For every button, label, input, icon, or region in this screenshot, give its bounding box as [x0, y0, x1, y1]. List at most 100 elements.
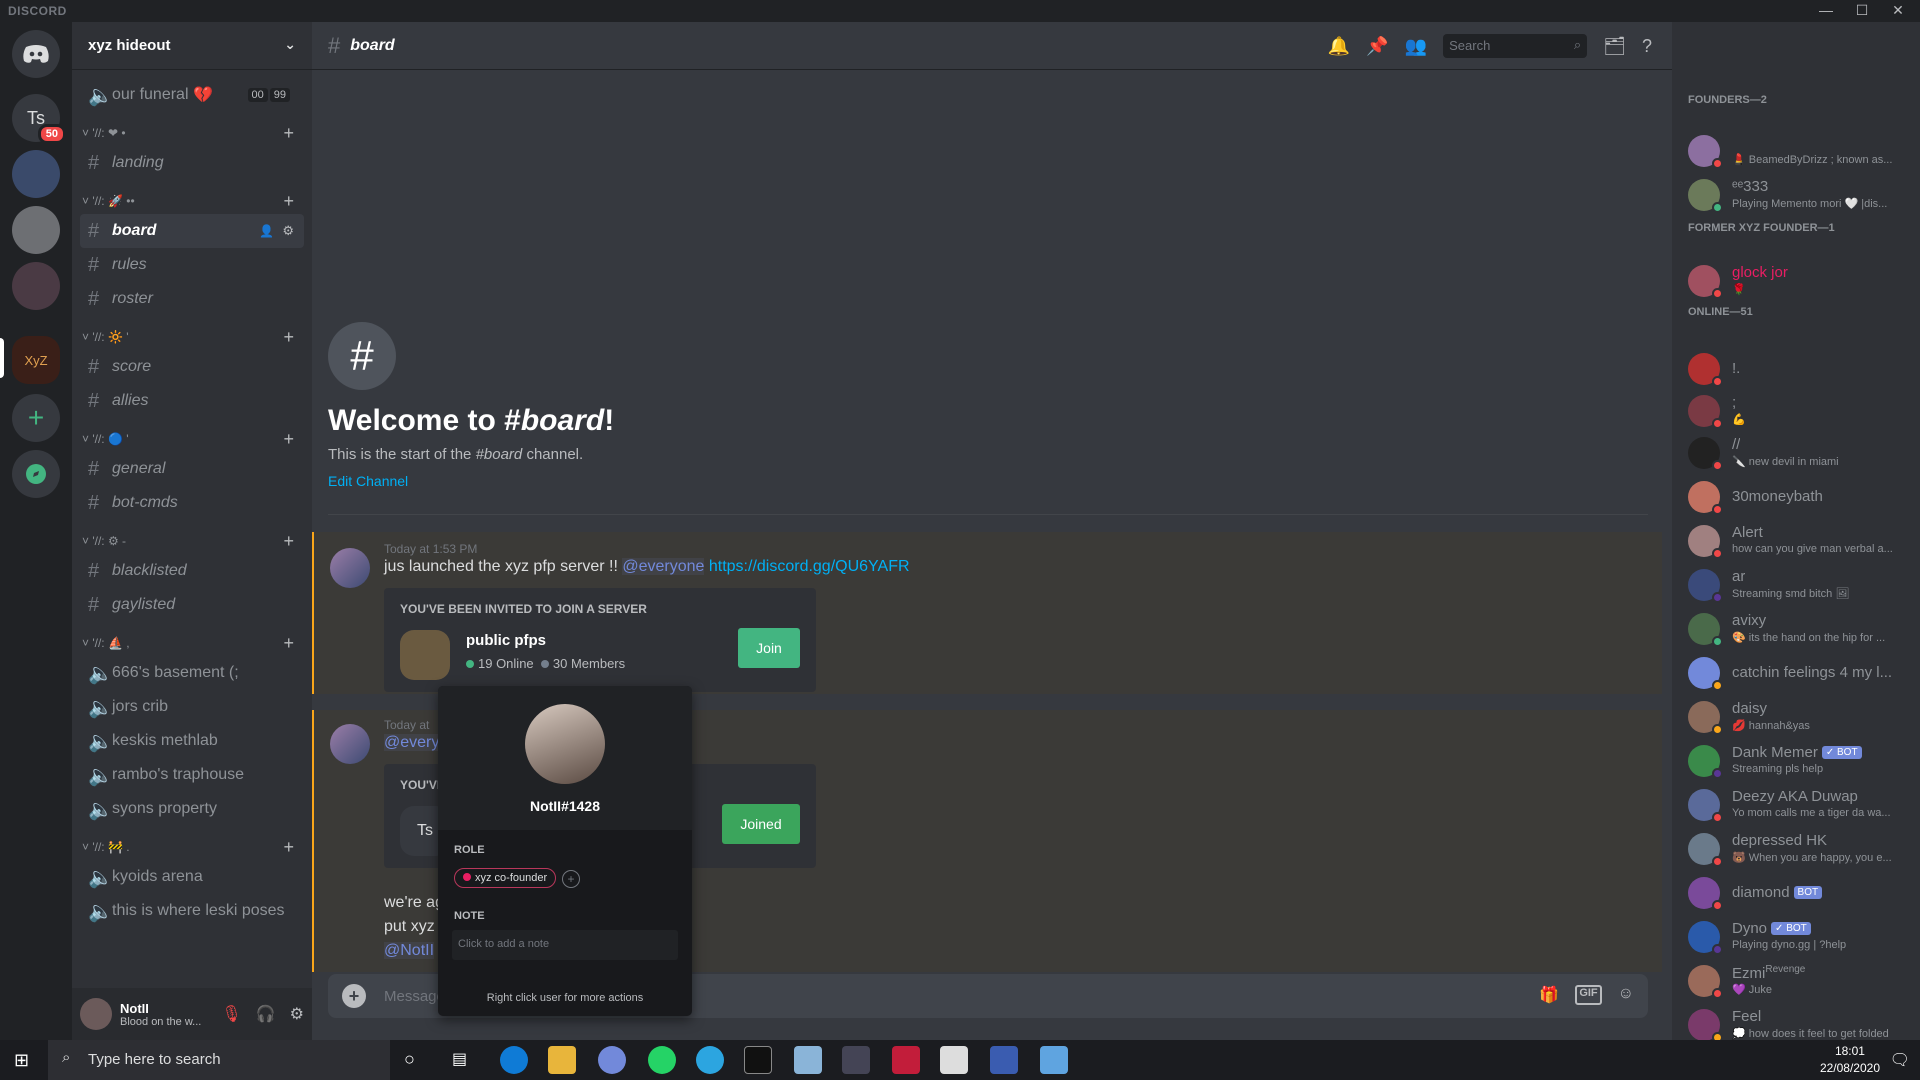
maximize-button[interactable]: ☐ [1848, 2, 1876, 19]
add-channel-icon[interactable]: + [283, 429, 294, 450]
note-input[interactable]: Click to add a note [452, 930, 678, 960]
mention-everyone[interactable]: @everyone [622, 558, 705, 575]
category-6[interactable]: ˅ '//: ⛵ , + [80, 630, 304, 656]
whatsapp-icon[interactable] [648, 1046, 676, 1074]
task-view-icon[interactable]: ▤ [452, 1049, 467, 1069]
voice-channel[interactable]: 🔈 666's basement (; [80, 656, 304, 690]
channel-general[interactable]: # general [80, 452, 304, 486]
member-item[interactable]: Dank Memer ✓ BOT Streaming pls help [1680, 740, 1912, 782]
windows-start-icon[interactable]: ⊞ [14, 1050, 29, 1071]
add-server-button[interactable]: + [12, 394, 60, 442]
member-item[interactable]: ; 💪 [1680, 390, 1912, 432]
add-channel-icon[interactable]: + [283, 191, 294, 212]
voice-channel[interactable]: 🔈 keskis methlab [80, 724, 304, 758]
member-list-icon[interactable]: 👥 [1405, 36, 1427, 57]
add-channel-icon[interactable]: + [283, 327, 294, 348]
voice-channel[interactable]: 🔈 kyoids arena [80, 860, 304, 894]
category-4[interactable]: ˅ '//: 🔵 ' + [80, 426, 304, 452]
telegram-icon[interactable] [696, 1046, 724, 1074]
avatar[interactable] [80, 998, 112, 1030]
profile-avatar[interactable] [525, 704, 605, 784]
category-2[interactable]: ˅ '//: 🚀 •• + [80, 188, 304, 214]
emoji-icon[interactable]: ☺ [1618, 985, 1634, 1005]
discord-taskbar-icon[interactable] [598, 1046, 626, 1074]
member-item[interactable]: daisy 💋 hannah&yas [1680, 696, 1912, 738]
channel-score[interactable]: # score [80, 350, 304, 384]
category-7[interactable]: ˅ '//: 🚧 . + [80, 834, 304, 860]
terminal-icon[interactable] [744, 1046, 772, 1074]
pin-icon[interactable]: 📌 [1366, 36, 1388, 57]
search-input[interactable]: Search ⌕ [1443, 34, 1588, 58]
gif-button[interactable]: GIF [1575, 985, 1602, 1005]
member-item[interactable]: diamond BOT [1680, 872, 1912, 914]
voice-channel[interactable]: 🔈 syons property [80, 792, 304, 826]
voice-channel-our-funeral[interactable]: 🔈 our funeral 💔 00 99 [80, 78, 304, 112]
member-item[interactable]: glock jor 🌹 [1680, 260, 1912, 302]
message[interactable]: Today at 1:53 PM jus launched the xyz pf… [312, 532, 1662, 694]
voice-channel[interactable]: 🔈 rambo's traphouse [80, 758, 304, 792]
app-icon[interactable] [842, 1046, 870, 1074]
notifications-icon[interactable]: 🗨 [1890, 1050, 1910, 1070]
app-icon[interactable] [990, 1046, 1018, 1074]
add-channel-icon[interactable]: + [283, 123, 294, 144]
member-item[interactable]: ᵉᵉ333 Playing Memento mori 🤍 |dis... [1680, 174, 1912, 216]
app-icon[interactable] [940, 1046, 968, 1074]
app-icon[interactable] [892, 1046, 920, 1074]
avatar[interactable] [330, 548, 370, 588]
channel-roster[interactable]: # roster [80, 282, 304, 316]
explore-servers-button[interactable] [12, 450, 60, 498]
server-icon[interactable] [12, 262, 60, 310]
member-item[interactable]: avixy 🎨 its the hand on the hip for ... [1680, 608, 1912, 650]
minimize-button[interactable]: — [1812, 2, 1840, 18]
headphones-icon[interactable]: 🎧 [256, 1004, 276, 1024]
category-1[interactable]: ˅ '//: ❤ • + [80, 120, 304, 146]
add-role-icon[interactable]: + [562, 870, 580, 888]
joined-button[interactable]: Joined [722, 804, 800, 844]
channel-blacklisted[interactable]: # blacklisted [80, 554, 304, 588]
close-window-button[interactable]: ✕ [1884, 2, 1912, 19]
channel-gaylisted[interactable]: # gaylisted [80, 588, 304, 622]
join-button[interactable]: Join [738, 628, 800, 668]
channel-bot-cmds[interactable]: # bot-cmds [80, 486, 304, 520]
channel-board[interactable]: # board 👤 ⚙ [80, 214, 304, 248]
voice-channel[interactable]: 🔈 this is where leski poses [80, 894, 304, 928]
add-channel-icon[interactable]: + [283, 633, 294, 654]
attach-plus-icon[interactable]: + [342, 984, 366, 1008]
member-item[interactable]: ar Streaming smd bitch 🖼 [1680, 564, 1912, 606]
cortana-icon[interactable]: ○ [404, 1049, 415, 1070]
gift-icon[interactable]: 🎁 [1539, 985, 1559, 1005]
taskbar-search-input[interactable]: ⌕ Type here to search [48, 1040, 390, 1080]
avatar[interactable] [330, 724, 370, 764]
member-item[interactable]: Alert how can you give man verbal a... [1680, 520, 1912, 562]
bell-icon[interactable]: 🔔 [1328, 36, 1350, 57]
category-5[interactable]: ˅ '//: ⚙ - + [80, 528, 304, 554]
profile-username[interactable]: NotII#1428 [438, 798, 692, 814]
mention-user[interactable]: @NotII [384, 942, 435, 959]
server-header[interactable]: xyz hideout ⌄ [72, 22, 312, 70]
add-channel-icon[interactable]: + [283, 837, 294, 858]
user-settings-gear-icon[interactable]: ⚙ [290, 1004, 304, 1024]
taskbar-clock[interactable]: 18:01 22/08/2020 [1820, 1043, 1880, 1077]
server-ts[interactable]: Ts 50 [12, 94, 66, 144]
server-folder[interactable] [12, 150, 60, 198]
edit-channel-link[interactable]: Edit Channel [328, 473, 614, 489]
mute-mic-icon[interactable]: 🎙 [221, 1004, 241, 1024]
inbox-icon[interactable]: 🗂 [1603, 36, 1626, 57]
app-icon[interactable] [794, 1046, 822, 1074]
server-xyz-hideout[interactable]: XyZ [12, 336, 60, 384]
add-channel-icon[interactable]: + [283, 531, 294, 552]
member-item[interactable]: 30moneybath [1680, 476, 1912, 518]
member-item[interactable]: Deezy AKA Duwap Yo mom calls me a tiger d… [1680, 784, 1912, 826]
member-item[interactable]: // 🔪 new devil in miami [1680, 432, 1912, 474]
server-icon[interactable] [12, 206, 60, 254]
member-item[interactable]: depressed HK 🐻 When you are happy, you e.… [1680, 828, 1912, 870]
app-icon[interactable] [1040, 1046, 1068, 1074]
member-item[interactable]: EzmiRevenge 💜 Juke [1680, 960, 1912, 1002]
user-info[interactable]: NotII Blood on the w... [120, 1001, 201, 1028]
home-button[interactable] [12, 30, 60, 78]
gear-icon[interactable]: ⚙ [282, 223, 294, 239]
member-item[interactable]: catchin feelings 4 my l... [1680, 652, 1912, 694]
invite-link[interactable]: https://discord.gg/QU6YAFR [709, 558, 910, 575]
member-item[interactable]: Dyno ✓ BOT Playing dyno.gg | ?help [1680, 916, 1912, 958]
edge-icon[interactable] [500, 1046, 528, 1074]
